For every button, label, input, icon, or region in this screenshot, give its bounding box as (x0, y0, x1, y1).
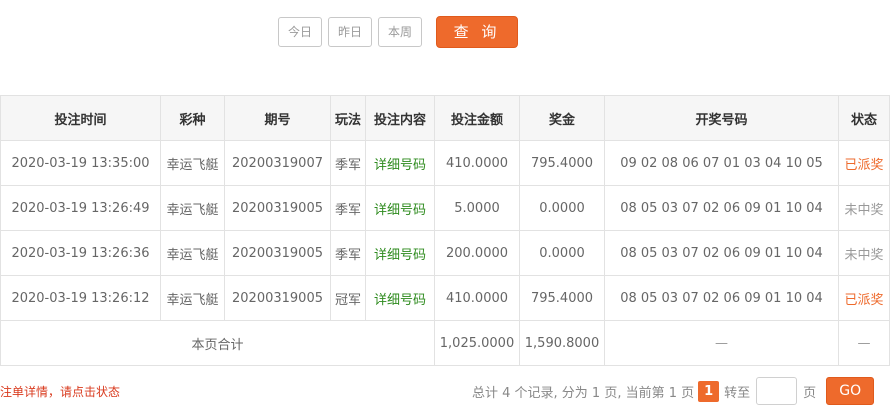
cell-prize: 0.0000 (519, 185, 605, 231)
status-link[interactable]: 已派奖 (838, 140, 890, 186)
detail-numbers-link[interactable]: 详细号码 (365, 275, 435, 321)
summary-prize: 1,590.8000 (519, 320, 605, 366)
header-lottery: 彩种 (160, 95, 225, 141)
cell-play: 季军 (330, 185, 366, 231)
date-filter-bar: 今日 昨日 本周 查 询 (278, 16, 518, 48)
table-row: 2020-03-19 13:26:12 幸运飞艇 20200319005 冠军 … (0, 275, 890, 321)
header-issue: 期号 (224, 95, 331, 141)
summary-row: 本页合计 1,025.0000 1,590.8000 — — (0, 320, 890, 366)
detail-numbers-link[interactable]: 详细号码 (365, 185, 435, 231)
pagination: 总计 4 个记录, 分为 1 页, 当前第 1 页 1 转至 页 GO (472, 377, 875, 405)
pager-info: 总计 4 个记录, 分为 1 页, 当前第 1 页 (472, 385, 695, 401)
goto-page-input[interactable] (756, 377, 798, 405)
status-link[interactable]: 已派奖 (838, 275, 890, 321)
status-link[interactable]: 未中奖 (838, 230, 890, 276)
header-play: 玩法 (330, 95, 366, 141)
detail-numbers-link[interactable]: 详细号码 (365, 140, 435, 186)
header-status: 状态 (838, 95, 890, 141)
cell-numbers: 08 05 03 07 02 06 09 01 10 04 (604, 230, 839, 276)
today-button[interactable]: 今日 (278, 17, 322, 47)
cell-amount: 410.0000 (434, 275, 520, 321)
cell-lottery: 幸运飞艇 (160, 230, 225, 276)
cell-lottery: 幸运飞艇 (160, 185, 225, 231)
cell-play: 季军 (330, 230, 366, 276)
summary-amount: 1,025.0000 (434, 320, 520, 366)
cell-play: 季军 (330, 140, 366, 186)
detail-numbers-link[interactable]: 详细号码 (365, 230, 435, 276)
cell-issue: 20200319005 (224, 185, 331, 231)
this-week-button[interactable]: 本周 (378, 17, 422, 47)
summary-label: 本页合计 (0, 320, 435, 366)
cell-lottery: 幸运飞艇 (160, 275, 225, 321)
current-page-button[interactable]: 1 (698, 380, 720, 402)
go-button[interactable]: GO (826, 377, 875, 405)
header-numbers: 开奖号码 (604, 95, 839, 141)
cell-prize: 795.4000 (519, 275, 605, 321)
cell-numbers: 08 05 03 07 02 06 09 01 10 04 (604, 275, 839, 321)
header-content: 投注内容 (365, 95, 435, 141)
notice-text: 注单详情，请点击状态 (0, 385, 121, 399)
cell-time: 2020-03-19 13:35:00 (0, 140, 161, 186)
table-row: 2020-03-19 13:26:36 幸运飞艇 20200319005 季军 … (0, 230, 890, 276)
header-bet-time: 投注时间 (0, 95, 161, 141)
cell-issue: 20200319005 (224, 275, 331, 321)
query-button[interactable]: 查 询 (436, 16, 518, 48)
cell-prize: 795.4000 (519, 140, 605, 186)
yesterday-button[interactable]: 昨日 (328, 17, 372, 47)
table-row: 2020-03-19 13:26:49 幸运飞艇 20200319005 季军 … (0, 185, 890, 231)
cell-play: 冠军 (330, 275, 366, 321)
header-amount: 投注金额 (434, 95, 520, 141)
header-prize: 奖金 (519, 95, 605, 141)
cell-numbers: 09 02 08 06 07 01 03 04 10 05 (604, 140, 839, 186)
cell-amount: 410.0000 (434, 140, 520, 186)
page-unit-label: 页 (803, 385, 817, 401)
cell-issue: 20200319007 (224, 140, 331, 186)
cell-time: 2020-03-19 13:26:49 (0, 185, 161, 231)
cell-prize: 0.0000 (519, 230, 605, 276)
bet-record-table: 投注时间 彩种 期号 玩法 投注内容 投注金额 奖金 开奖号码 状态 2020-… (0, 95, 890, 366)
cell-time: 2020-03-19 13:26:36 (0, 230, 161, 276)
summary-numbers: — (604, 320, 839, 366)
summary-status: — (838, 320, 890, 366)
cell-time: 2020-03-19 13:26:12 (0, 275, 161, 321)
bet-record-page: 今日 昨日 本周 查 询 投注时间 彩种 期号 玩法 投注内容 投注金额 奖金 … (0, 0, 892, 417)
goto-label: 转至 (724, 385, 751, 401)
cell-numbers: 08 05 03 07 02 06 09 01 10 04 (604, 185, 839, 231)
table-header-row: 投注时间 彩种 期号 玩法 投注内容 投注金额 奖金 开奖号码 状态 (0, 95, 890, 141)
status-link[interactable]: 未中奖 (838, 185, 890, 231)
cell-issue: 20200319005 (224, 230, 331, 276)
table-row: 2020-03-19 13:35:00 幸运飞艇 20200319007 季军 … (0, 140, 890, 186)
cell-amount: 200.0000 (434, 230, 520, 276)
cell-amount: 5.0000 (434, 185, 520, 231)
cell-lottery: 幸运飞艇 (160, 140, 225, 186)
